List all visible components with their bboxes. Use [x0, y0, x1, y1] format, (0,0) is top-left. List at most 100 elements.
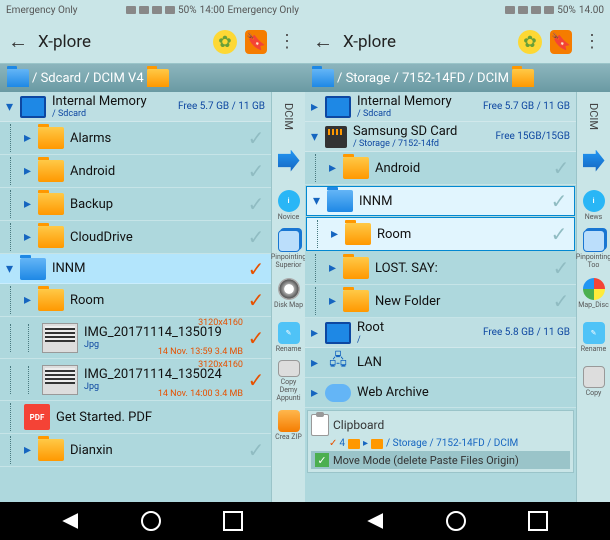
storage-free: Free 15GB/15GB [496, 131, 572, 142]
check-icon[interactable]: ✓ [548, 189, 570, 213]
item-lan[interactable]: ▸🖧LAN [305, 348, 576, 378]
menu-icon[interactable]: ⋮ [580, 30, 604, 54]
folder-room[interactable]: ▸Room✓ [306, 217, 575, 251]
tool-arrow[interactable] [579, 140, 609, 182]
folder-room[interactable]: ▸Room✓ [0, 284, 271, 317]
nav-recent-button[interactable] [528, 511, 548, 531]
tool-superior[interactable]: Pinpointing Superior [274, 228, 304, 270]
tool-label: Rename [581, 345, 607, 353]
tool-novice[interactable]: iNovice [274, 184, 304, 226]
folder-backup[interactable]: ▸Backup✓ [0, 188, 271, 221]
check-icon[interactable]: ✓ [245, 159, 267, 183]
clipboard-panel[interactable]: Clipboard ✓4 ▸/ Storage / 7152-14FD / DC… [307, 410, 574, 473]
tool-copy[interactable]: Copy [579, 360, 609, 402]
folder-clouddrive[interactable]: ▸CloudDrive✓ [0, 221, 271, 254]
folder-icon [7, 69, 29, 87]
nav-bar [0, 502, 305, 540]
path-text: / Storage / 7152-14FD / DCIM [337, 71, 509, 86]
signal-icon [531, 6, 541, 14]
shield-icon[interactable]: ✿ [518, 30, 542, 54]
thumbnail-icon [42, 323, 78, 353]
check-icon[interactable]: ✓ [245, 192, 267, 216]
copy-icon [583, 366, 605, 388]
file-img1[interactable]: IMG_20171114_135019Jpg3120x416014 Nov. 1… [0, 317, 271, 359]
tool-mapdisc[interactable]: Map_Disc [579, 272, 609, 314]
storage-sdcard[interactable]: ▾Samsung SD Card/ Storage / 7152-14fdFre… [305, 122, 576, 152]
tool-createzip[interactable]: Crea ZIP [274, 404, 304, 446]
status-battery: 50% [178, 5, 197, 16]
folder-android[interactable]: ▸Android✓ [305, 152, 576, 185]
tool-too[interactable]: Pinpointing Too [579, 228, 609, 270]
clipboard-title: Clipboard [333, 418, 384, 432]
tool-label: Rename [276, 345, 302, 353]
tool-copy[interactable]: Copy Demy Appunti [274, 360, 304, 402]
back-button[interactable]: ← [6, 30, 30, 54]
zip-icon [278, 410, 300, 432]
tool-diskmap[interactable]: Disk Map [274, 272, 304, 314]
check-icon[interactable]: ✓ [548, 222, 570, 246]
folder-icon [147, 69, 169, 87]
check-icon[interactable]: ✓ [245, 368, 267, 392]
storage-title: Samsung SD Card [353, 124, 457, 139]
sidebar-tools: DCIM iNovice Pinpointing Superior Disk M… [271, 92, 305, 502]
bookmark-icon[interactable]: 🔖 [245, 30, 267, 54]
shield-icon[interactable]: ✿ [213, 30, 237, 54]
folder-alarms[interactable]: ▸Alarms✓ [0, 122, 271, 155]
tool-dcim[interactable]: DCIM [274, 96, 304, 138]
folder-android[interactable]: ▸Android✓ [0, 155, 271, 188]
tool-arrow[interactable] [274, 140, 304, 182]
app-title: X-plore [343, 32, 510, 52]
folder-label: Backup [70, 197, 245, 212]
check-icon[interactable]: ✓ [550, 256, 572, 280]
folder-lost[interactable]: ▸LOST. SAY:✓ [305, 252, 576, 285]
disk-icon [278, 278, 300, 300]
tool-rename[interactable]: ✎Rename [274, 316, 304, 358]
bookmark-icon[interactable]: 🔖 [550, 30, 572, 54]
check-icon[interactable]: ✓ [245, 438, 267, 462]
tool-rename[interactable]: ✎Rename [579, 316, 609, 358]
folder-label: INNM [359, 194, 548, 209]
menu-icon[interactable]: ⋮ [275, 30, 299, 54]
nav-back-button[interactable] [62, 513, 78, 529]
folder-icon [20, 258, 46, 280]
folder-newfolder[interactable]: ▸New Folder✓ [305, 285, 576, 318]
item-webarchive[interactable]: ▸Web Archive [305, 378, 576, 408]
nav-recent-button[interactable] [223, 511, 243, 531]
nav-home-button[interactable] [141, 511, 161, 531]
tool-label: Pinpointing Too [576, 253, 610, 269]
check-icon[interactable]: ✓ [245, 126, 267, 150]
tool-news[interactable]: iNews [579, 184, 609, 226]
folder-icon [38, 226, 64, 248]
tool-dcim[interactable]: DCIM [579, 96, 609, 138]
screen-left: Emergency Only 50% 14:00 Emergency Only … [0, 0, 305, 540]
file-pdf[interactable]: PDFGet Started. PDF [0, 401, 271, 434]
clip-mode: Move Mode (delete Paste Files Origin) [333, 454, 519, 467]
check-icon[interactable]: ✓ [245, 257, 267, 281]
path-bar[interactable]: / Storage / 7152-14FD / DCIM [305, 64, 610, 92]
path-bar[interactable]: / Sdcard / DCIM V4 [0, 64, 305, 92]
status-label: Emergency Only [6, 5, 78, 16]
storage-internal[interactable]: ▸Internal Memory/ SdcardFree 5.7 GB / 11… [305, 92, 576, 122]
folder-label: Room [70, 293, 245, 308]
nav-back-button[interactable] [367, 513, 383, 529]
folder-label: Room [377, 227, 548, 242]
checkbox-icon[interactable]: ✓ [315, 453, 329, 467]
check-icon[interactable]: ✓ [245, 288, 267, 312]
nav-home-button[interactable] [446, 511, 466, 531]
check-icon[interactable]: ✓ [550, 156, 572, 180]
pie-icon [583, 278, 605, 300]
check-icon[interactable]: ✓ [550, 289, 572, 313]
check-icon[interactable]: ✓ [245, 225, 267, 249]
pdf-icon: PDF [24, 404, 50, 430]
storage-root[interactable]: ▸Root/Free 5.8 GB / 11 GB [305, 318, 576, 348]
folder-innm[interactable]: ▾INNM✓ [306, 186, 575, 216]
file-img2[interactable]: IMG_20171114_135024Jpg3120x416014 Nov. 1… [0, 359, 271, 401]
copy-icon [278, 360, 300, 377]
folder-innm[interactable]: ▾INNM✓ [0, 254, 271, 284]
folder-dianxin[interactable]: ▸Dianxin✓ [0, 434, 271, 467]
tool-label: Map_Disc [578, 301, 609, 309]
storage-internal[interactable]: ▾ Internal Memory/ Sdcard Free 5.7 GB / … [0, 92, 271, 122]
back-button[interactable]: ← [311, 30, 335, 54]
collapse-icon[interactable]: ▾ [6, 99, 20, 115]
check-icon[interactable]: ✓ [245, 326, 267, 350]
